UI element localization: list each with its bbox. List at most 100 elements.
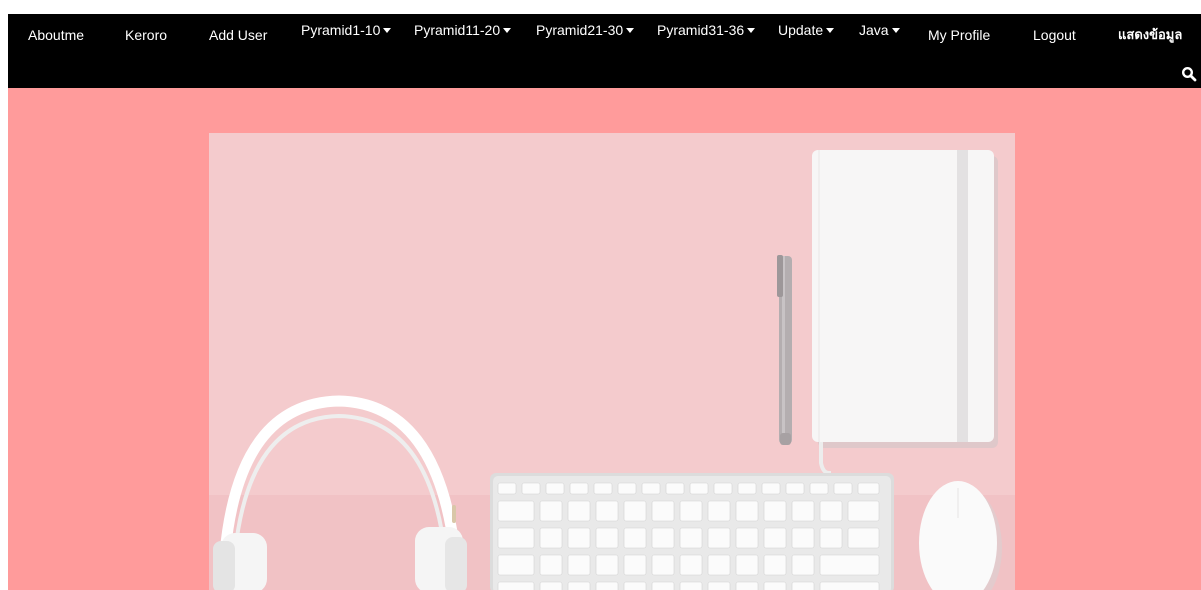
keyboard-key	[761, 482, 781, 495]
nav-item-logout[interactable]: Logout	[1033, 27, 1076, 43]
nav-item-java[interactable]: Java	[859, 22, 900, 38]
keyboard-key	[521, 482, 541, 495]
nav-item-show-data[interactable]: แสดงข้อมูล	[1118, 27, 1182, 43]
keyboard-key	[497, 500, 535, 522]
keyboard-key	[539, 500, 563, 522]
nav-item-label: Pyramid21-30	[536, 22, 624, 38]
nav-item-label: My Profile	[928, 27, 991, 43]
keyboard-key	[497, 581, 535, 590]
keyboard-key	[679, 581, 703, 590]
keyboard-key	[623, 500, 647, 522]
keyboard-key	[539, 527, 563, 549]
nav-item-my-profile[interactable]: My Profile	[928, 27, 990, 43]
hero-image	[209, 133, 1015, 590]
keyboard-key	[847, 527, 880, 549]
keyboard-key	[497, 554, 535, 576]
chevron-down-icon	[747, 28, 756, 33]
keyboard-key	[567, 527, 591, 549]
chevron-down-icon	[891, 28, 900, 33]
keyboard-key	[857, 482, 880, 495]
keyboard-key	[665, 482, 685, 495]
search-icon	[1181, 66, 1197, 82]
chevron-down-icon	[826, 28, 835, 33]
nav-item-label: Keroro	[125, 27, 168, 43]
keyboard-key	[689, 482, 709, 495]
nav-item-label: Update	[778, 22, 824, 38]
keyboard-key	[623, 581, 647, 590]
nav-item-label: Pyramid1-10	[301, 22, 381, 38]
keyboard-key	[641, 482, 661, 495]
keyboard-key	[809, 482, 829, 495]
keyboard-key	[763, 581, 787, 590]
nav-item-pyramid21-30[interactable]: Pyramid21-30	[536, 22, 635, 38]
nav-item-aboutme[interactable]: Aboutme	[28, 27, 84, 43]
keyboard-key	[651, 581, 675, 590]
keyboard-key	[595, 554, 619, 576]
keyboard-key	[651, 554, 675, 576]
keyboard-key	[623, 527, 647, 549]
pen	[777, 255, 792, 445]
keyboard-key	[763, 554, 787, 576]
nav-item-pyramid1-10[interactable]: Pyramid1-10	[301, 22, 392, 38]
keyboard-key	[679, 554, 703, 576]
nav-item-label: Pyramid11-20	[414, 22, 501, 38]
keyboard-key	[679, 500, 703, 522]
desk-flatlay-illustration	[209, 133, 1015, 590]
chevron-down-icon	[383, 28, 392, 33]
keyboard-key	[763, 500, 787, 522]
keyboard-key	[791, 554, 815, 576]
notebook	[812, 150, 998, 475]
keyboard-key	[539, 554, 563, 576]
search-button[interactable]	[1181, 66, 1197, 82]
keyboard-key	[819, 500, 843, 522]
nav-item-pyramid31-36[interactable]: Pyramid31-36	[657, 22, 756, 38]
keyboard-key	[791, 527, 815, 549]
keyboard-key	[735, 500, 759, 522]
keyboard-key	[735, 527, 759, 549]
keyboard-key	[595, 527, 619, 549]
nav-item-keroro[interactable]: Keroro	[125, 27, 167, 43]
keyboard-key	[497, 482, 517, 495]
keyboard-key	[819, 527, 843, 549]
nav-item-pyramid11-20[interactable]: Pyramid11-20	[414, 22, 512, 38]
chevron-down-icon	[626, 28, 635, 33]
keyboard-key	[707, 554, 731, 576]
keyboard-key	[593, 482, 613, 495]
keyboard-key	[713, 482, 733, 495]
nav-item-label: Aboutme	[28, 27, 85, 43]
keyboard-key	[833, 482, 853, 495]
keyboard-key	[763, 527, 787, 549]
nav-item-update[interactable]: Update	[778, 22, 835, 38]
keyboard-key	[735, 554, 759, 576]
nav-item-add-user[interactable]: Add User	[209, 27, 267, 43]
keyboard-key	[791, 500, 815, 522]
keyboard-key	[567, 554, 591, 576]
keyboard-key	[819, 581, 880, 590]
top-navbar: Aboutme Keroro Add User Pyramid1-10 Pyra…	[8, 14, 1201, 88]
keyboard-key	[539, 581, 563, 590]
keyboard-key	[785, 482, 805, 495]
nav-item-label: แสดงข้อมูล	[1118, 27, 1183, 42]
keyboard-key	[651, 527, 675, 549]
keyboard-key	[595, 500, 619, 522]
keyboard-key	[567, 581, 591, 590]
keyboard	[490, 473, 894, 590]
keyboard-key	[735, 581, 759, 590]
keyboard-key	[497, 527, 535, 549]
keyboard-key	[847, 500, 880, 522]
nav-item-label: Java	[859, 22, 889, 38]
keyboard-key	[707, 500, 731, 522]
keyboard-key	[545, 482, 565, 495]
keyboard-key	[651, 500, 675, 522]
keyboard-key	[679, 527, 703, 549]
keyboard-key	[623, 554, 647, 576]
keyboard-key	[791, 581, 815, 590]
keyboard-key	[567, 500, 591, 522]
chevron-down-icon	[503, 28, 512, 33]
nav-item-label: Add User	[209, 27, 268, 43]
keyboard-key	[707, 581, 731, 590]
keyboard-key	[707, 527, 731, 549]
keyboard-key	[737, 482, 757, 495]
keyboard-key	[569, 482, 589, 495]
nav-item-label: Logout	[1033, 27, 1076, 43]
